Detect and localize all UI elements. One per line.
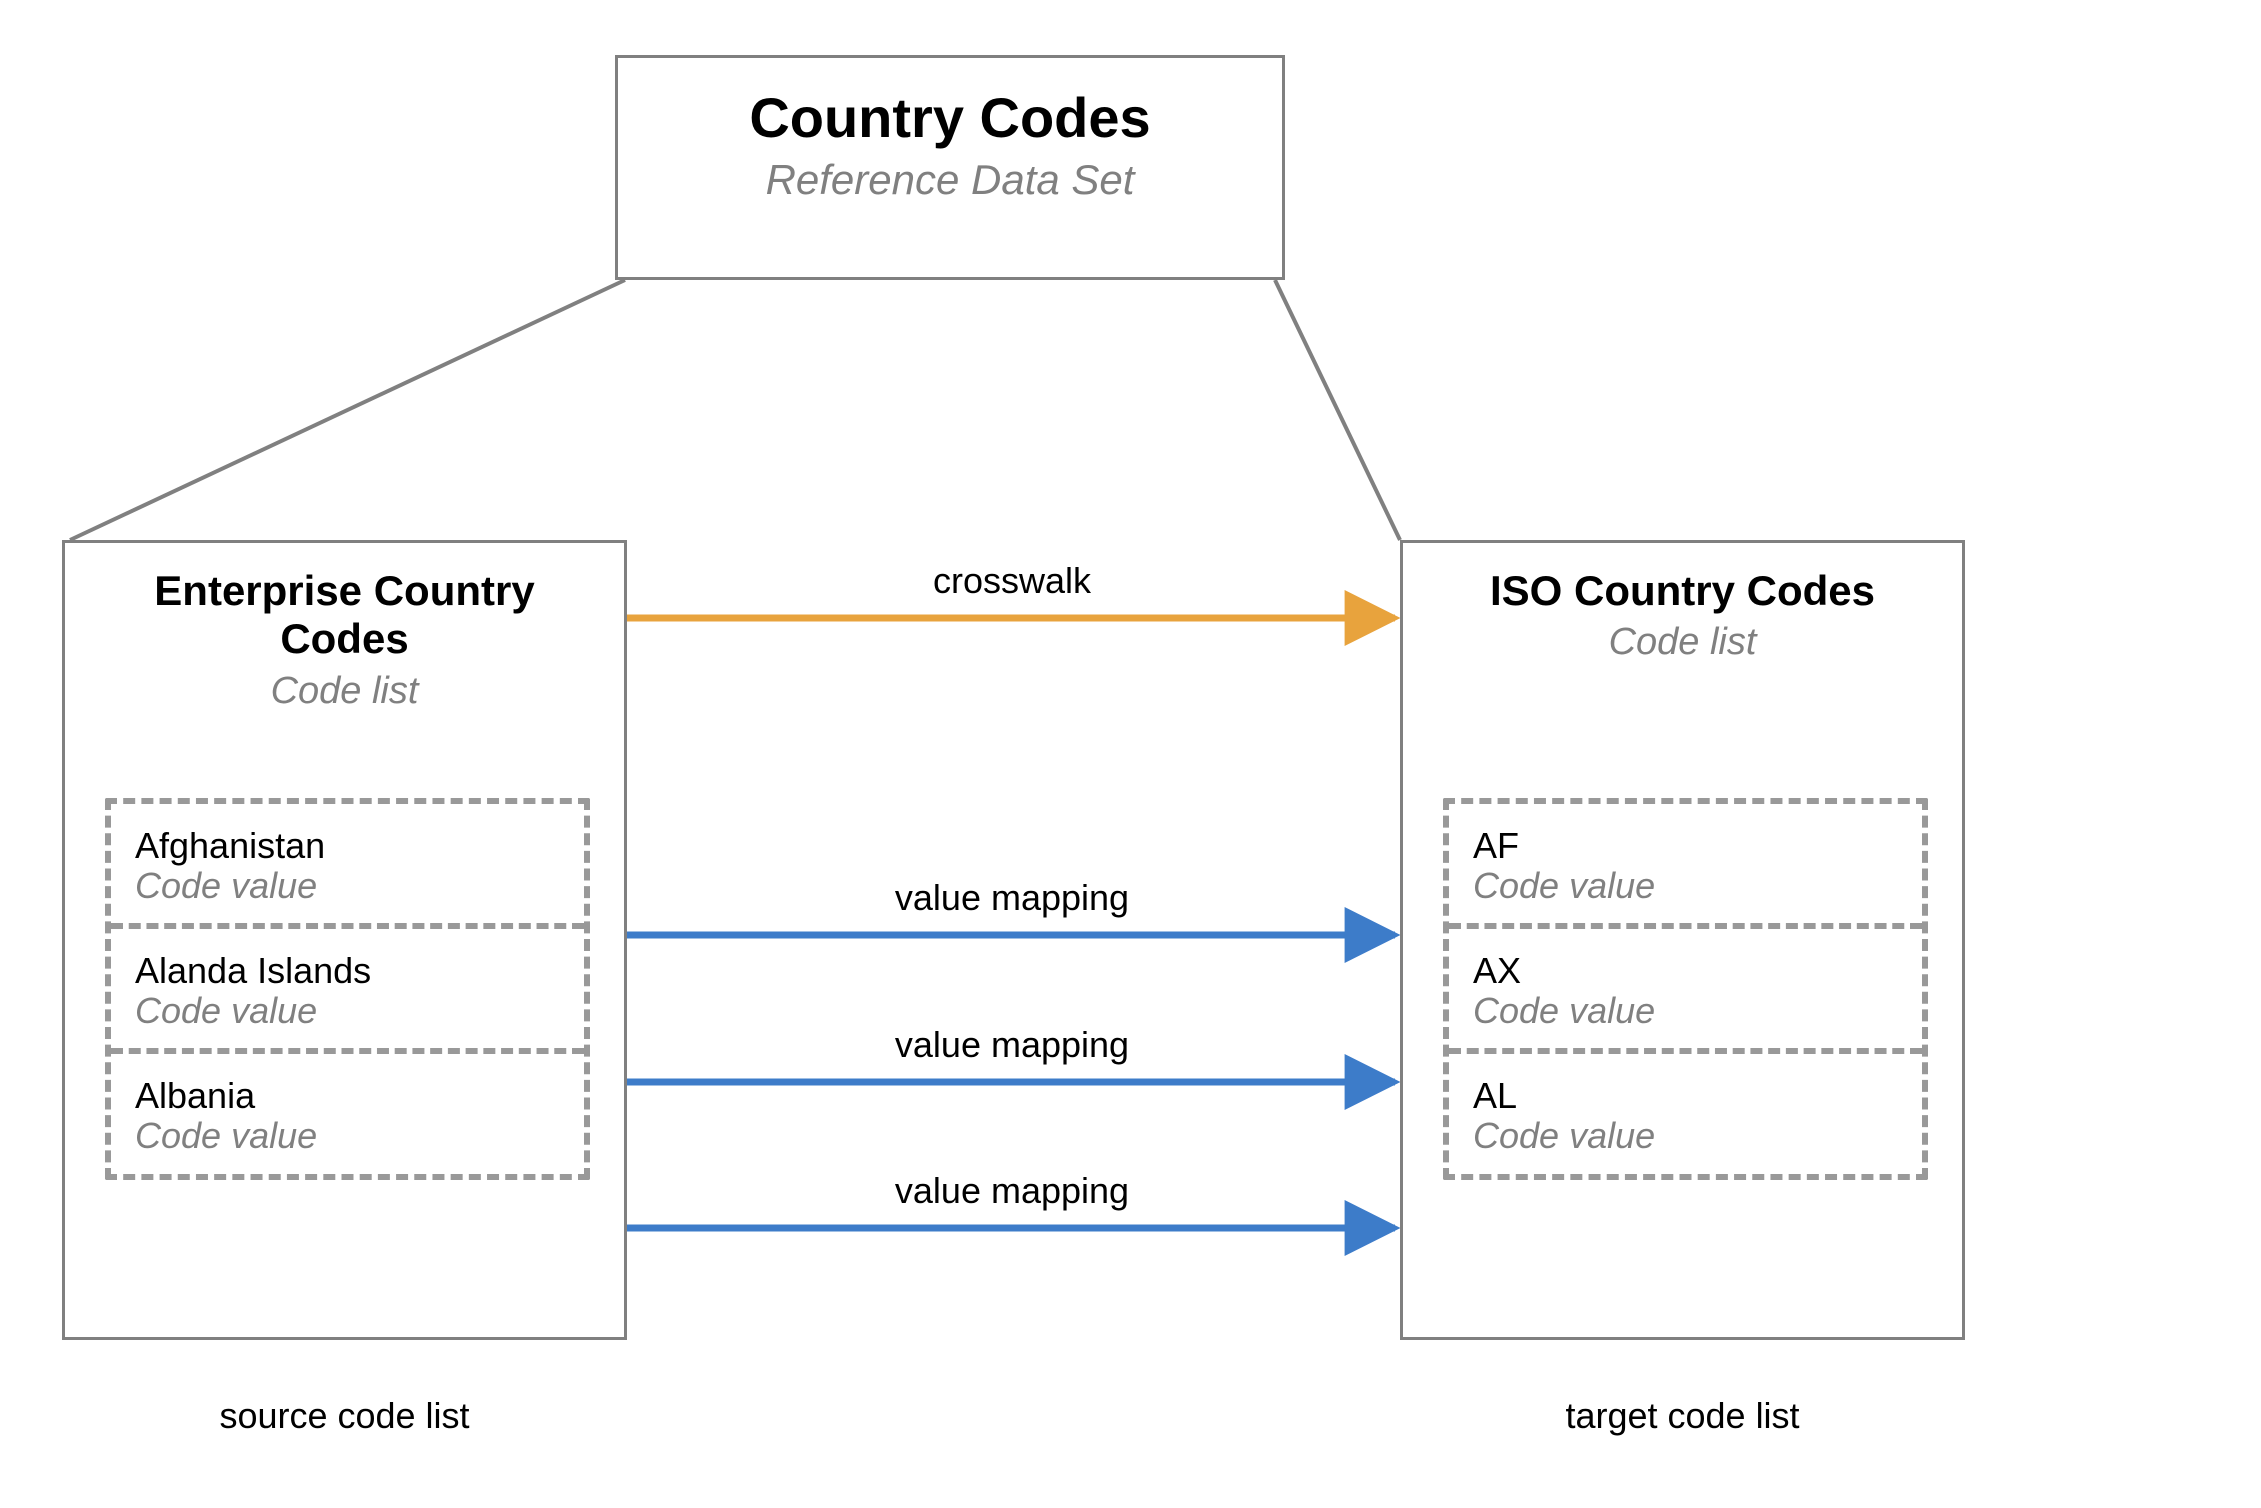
source-codelist-box: Enterprise Country Codes Code list Afgha…: [62, 540, 627, 1340]
target-codelist-box: ISO Country Codes Code list AF Code valu…: [1400, 540, 1965, 1340]
code-value-name: AL: [1473, 1076, 1898, 1116]
diagram-canvas: Country Codes Reference Data Set Enterpr…: [0, 0, 2261, 1508]
value-mapping-label: value mapping: [627, 1024, 1397, 1066]
value-mapping-label: value mapping: [627, 877, 1397, 919]
target-caption: target code list: [1400, 1395, 1965, 1437]
code-value-kind: Code value: [135, 866, 560, 906]
code-value-kind: Code value: [135, 1116, 560, 1156]
code-value-row: AX Code value: [1449, 929, 1922, 1054]
code-value-kind: Code value: [1473, 991, 1898, 1031]
code-value-row: AL Code value: [1449, 1054, 1922, 1173]
reference-data-set-title: Country Codes: [618, 58, 1282, 150]
target-code-values-group: AF Code value AX Code value AL Code valu…: [1443, 798, 1928, 1180]
code-value-row: Albania Code value: [111, 1054, 584, 1173]
code-value-name: AF: [1473, 826, 1898, 866]
source-code-values-group: Afghanistan Code value Alanda Islands Co…: [105, 798, 590, 1180]
code-value-row: Alanda Islands Code value: [111, 929, 584, 1054]
source-codelist-title: Enterprise Country Codes: [65, 543, 624, 664]
code-value-kind: Code value: [135, 991, 560, 1031]
crosswalk-label: crosswalk: [627, 560, 1397, 602]
source-codelist-subtitle: Code list: [65, 664, 624, 714]
code-value-kind: Code value: [1473, 866, 1898, 906]
target-codelist-subtitle: Code list: [1403, 615, 1962, 665]
target-codelist-title: ISO Country Codes: [1403, 543, 1962, 615]
code-value-name: AX: [1473, 951, 1898, 991]
code-value-name: Albania: [135, 1076, 560, 1116]
code-value-row: Afghanistan Code value: [111, 804, 584, 929]
code-value-kind: Code value: [1473, 1116, 1898, 1156]
reference-data-set-subtitle: Reference Data Set: [618, 150, 1282, 204]
reference-data-set-box: Country Codes Reference Data Set: [615, 55, 1285, 280]
code-value-row: AF Code value: [1449, 804, 1922, 929]
value-mapping-label: value mapping: [627, 1170, 1397, 1212]
code-value-name: Alanda Islands: [135, 951, 560, 991]
code-value-name: Afghanistan: [135, 826, 560, 866]
source-caption: source code list: [62, 1395, 627, 1437]
